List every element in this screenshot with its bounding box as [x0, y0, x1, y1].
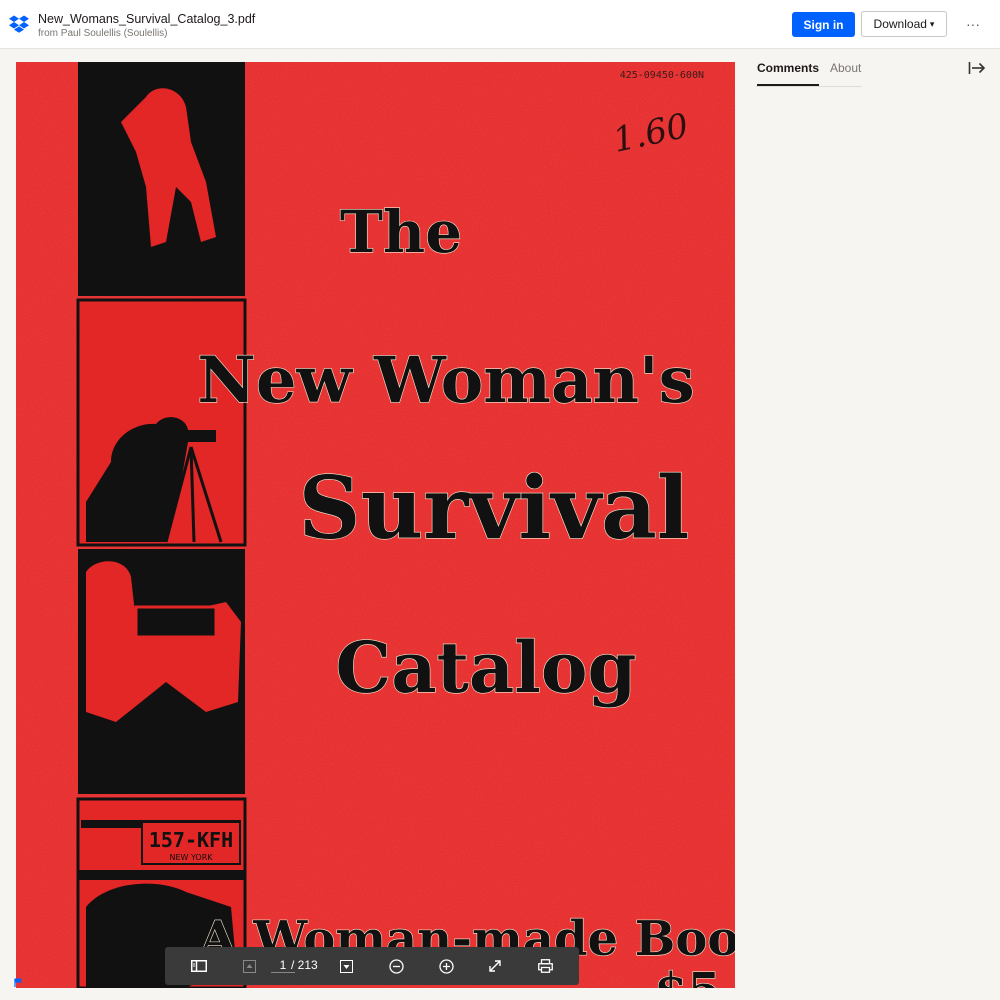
title-line-4: Catalog: [336, 626, 637, 709]
fullscreen-icon[interactable]: [484, 955, 506, 977]
zoom-out-icon[interactable]: [385, 955, 407, 977]
shared-from-text: from Paul Soulellis (Soulellis): [38, 28, 168, 39]
print-icon[interactable]: [534, 955, 556, 977]
download-label: Download: [873, 17, 927, 31]
previous-page-icon[interactable]: [238, 955, 260, 977]
title-line-3: Survival: [299, 458, 690, 559]
zoom-in-icon[interactable]: [435, 955, 457, 977]
sidebar-toggle-icon[interactable]: [188, 955, 210, 977]
plate-number: 157-KFH: [149, 828, 233, 852]
next-page-icon[interactable]: [335, 955, 357, 977]
dropbox-logo-icon[interactable]: [9, 14, 29, 34]
tab-about[interactable]: About: [830, 61, 861, 84]
report-flag-icon[interactable]: [14, 978, 23, 987]
sign-in-button[interactable]: Sign in: [792, 12, 855, 37]
tab-comments[interactable]: Comments: [757, 61, 820, 86]
top-bar: New_Womans_Survival_Catalog_3.pdf from P…: [0, 0, 1000, 49]
title-line-1: The: [340, 198, 462, 266]
chevron-down-icon: ▾: [929, 18, 935, 29]
collapse-panel-icon[interactable]: [968, 61, 986, 75]
tab-divider: [756, 86, 862, 87]
cover-image: 157-KFH NEW YORK 425-09450-600N 1.60 The…: [16, 62, 735, 988]
file-name: New_Womans_Survival_Catalog_3.pdf: [38, 12, 256, 26]
document-page: 157-KFH NEW YORK 425-09450-600N 1.60 The…: [16, 62, 735, 988]
more-options-button[interactable]: ···: [962, 13, 984, 35]
catalog-number: 425-09450-600N: [620, 70, 704, 81]
plate-state: NEW YORK: [169, 853, 213, 862]
total-pages: / 213: [291, 958, 318, 972]
download-button[interactable]: Download ▾: [861, 11, 947, 37]
title-line-2: New Woman's: [197, 343, 694, 418]
pdf-toolbar: 1 / 213: [165, 947, 579, 985]
side-panel: Comments About: [742, 49, 1000, 1000]
price: $5: [654, 963, 721, 988]
